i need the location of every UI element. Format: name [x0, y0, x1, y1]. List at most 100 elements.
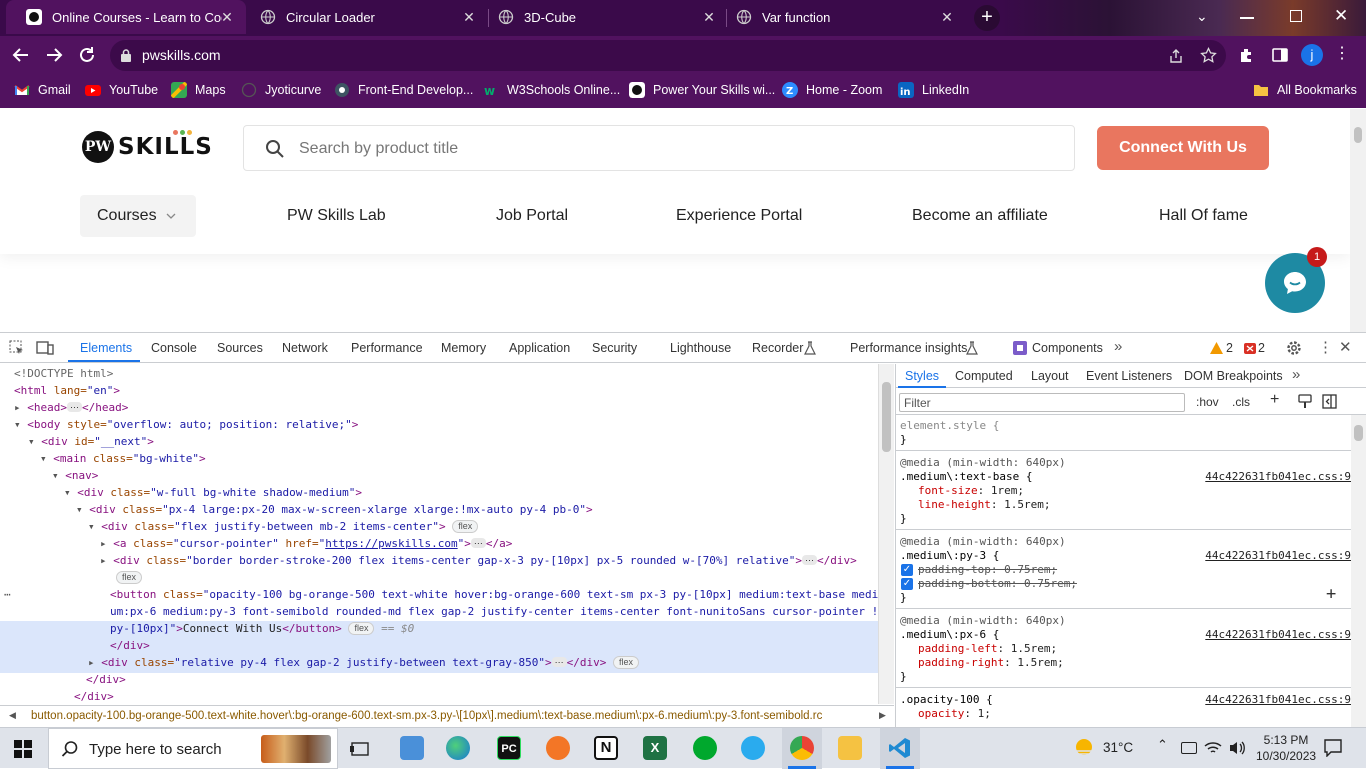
- reload-icon[interactable]: [78, 46, 96, 64]
- div-node[interactable]: ▾ <div class="px-4 large:px-20 max-w-scr…: [76, 501, 593, 518]
- side-panel-icon[interactable]: [1271, 46, 1289, 64]
- computed-sidebar-icon[interactable]: [1322, 394, 1337, 409]
- bookmark-w3schools[interactable]: w W3Schools Online...: [483, 82, 620, 98]
- devtools-menu-icon[interactable]: ⋮: [1318, 338, 1333, 356]
- div-node[interactable]: ▾ <div class="flex justify-between mb-2 …: [88, 518, 479, 535]
- lock-icon[interactable]: [121, 49, 131, 62]
- doctype-node[interactable]: <!DOCTYPE html>: [14, 365, 113, 382]
- next-div-node[interactable]: ▾ <div id="__next">: [28, 433, 154, 450]
- styles-scroll-thumb[interactable]: [1354, 425, 1363, 441]
- more-tabs-chevron-icon[interactable]: »: [1114, 338, 1122, 355]
- pycharm-icon[interactable]: PC: [497, 736, 521, 760]
- nav-node[interactable]: ▾ <nav>: [52, 467, 98, 484]
- task-view-icon[interactable]: [350, 740, 370, 758]
- bookmark-youtube[interactable]: YouTube: [85, 82, 158, 98]
- search-div-node[interactable]: ▸ <div class="border border-stroke-200 f…: [100, 552, 857, 569]
- new-style-rule-icon[interactable]: +: [1270, 391, 1279, 409]
- cls-toggle[interactable]: .cls: [1232, 395, 1250, 409]
- bookmark-front-end[interactable]: Front-End Develop...: [334, 82, 473, 98]
- bookmark-star-icon[interactable]: [1200, 47, 1217, 64]
- styles-scrollbar[interactable]: [1351, 415, 1366, 728]
- excel-icon[interactable]: X: [643, 736, 667, 760]
- device-toolbar-icon[interactable]: [36, 340, 54, 356]
- file-explorer-people-icon[interactable]: [400, 736, 424, 760]
- rule-selector[interactable]: .medium\:py-3 {: [900, 549, 999, 563]
- devtools-tab-elements[interactable]: Elements: [80, 341, 132, 355]
- hov-toggle[interactable]: :hov: [1196, 395, 1219, 409]
- address-bar[interactable]: pwskills.com: [110, 40, 1226, 71]
- button-node-line-1[interactable]: <button class="opacity-100 bg-orange-500…: [110, 586, 878, 603]
- all-bookmarks[interactable]: All Bookmarks: [1253, 82, 1357, 98]
- nav-become-affiliate[interactable]: Become an affiliate: [912, 207, 1048, 225]
- close-tab-icon[interactable]: ✕: [940, 10, 954, 24]
- devtools-tab-application[interactable]: Application: [509, 341, 570, 355]
- close-devtools-icon[interactable]: ✕: [1339, 338, 1352, 356]
- toggle-element-state-icon[interactable]: [1298, 394, 1312, 409]
- anchor-node[interactable]: ▸ <a class="cursor-pointer" href="https:…: [100, 535, 512, 552]
- devtools-tab-recorder[interactable]: Recorder: [752, 341, 803, 355]
- vscode-taskbar-active[interactable]: [880, 728, 920, 769]
- minimize-button[interactable]: [1240, 17, 1254, 19]
- style-declaration[interactable]: padding-left: 1.5rem;: [918, 642, 1057, 656]
- nav-hall-of-fame[interactable]: Hall Of fame: [1159, 207, 1248, 225]
- stylesheet-link[interactable]: 44c422631fb041ec.css:9: [1205, 628, 1351, 641]
- styles-tab-event-listeners[interactable]: Event Listeners: [1086, 369, 1172, 383]
- devtools-tab-network[interactable]: Network: [282, 341, 328, 355]
- edge-browser-icon[interactable]: [446, 736, 470, 760]
- div-node[interactable]: ▾ <div class="w-full bg-white shadow-med…: [64, 484, 362, 501]
- tab-var-function[interactable]: Var function ✕: [716, 0, 966, 34]
- evernote-icon[interactable]: [693, 736, 717, 760]
- error-icon[interactable]: [1244, 343, 1256, 354]
- styles-tab-layout[interactable]: Layout: [1031, 369, 1069, 383]
- devtools-tab-memory[interactable]: Memory: [441, 341, 486, 355]
- more-tabs-chevron-icon[interactable]: »: [1292, 366, 1300, 383]
- folder-icon[interactable]: [838, 736, 862, 760]
- connect-with-us-button[interactable]: Connect With Us: [1097, 126, 1269, 170]
- div-node[interactable]: ▸ <div class="relative py-4 flex gap-2 j…: [88, 654, 639, 671]
- div-close-node[interactable]: </div>: [74, 688, 114, 704]
- close-tab-icon[interactable]: ✕: [462, 10, 476, 24]
- style-declaration[interactable]: opacity: 1;: [918, 707, 991, 721]
- chat-widget-button[interactable]: 1: [1265, 247, 1327, 313]
- head-node[interactable]: ▸ <head> ⋯ </head>: [14, 399, 128, 416]
- overridden-declaration[interactable]: padding-top: 0.75rem;: [918, 563, 1057, 577]
- button-node-line-3[interactable]: py-[10px]">Connect With Us</button> flex…: [110, 620, 414, 637]
- rule-selector[interactable]: .medium\:text-base {: [900, 470, 1032, 484]
- weather-sun-icon[interactable]: [1072, 737, 1096, 759]
- styles-tab-computed[interactable]: Computed: [955, 369, 1013, 383]
- breadcrumb-right-arrow-icon[interactable]: ▶: [879, 710, 886, 721]
- windows-start-icon[interactable]: [14, 740, 32, 758]
- share-icon[interactable]: [1168, 48, 1184, 64]
- pw-skills-logo[interactable]: PW SKILLS: [82, 130, 213, 163]
- add-declaration-icon[interactable]: +: [1326, 584, 1336, 604]
- devtools-tab-lighthouse[interactable]: Lighthouse: [670, 341, 731, 355]
- extensions-puzzle-icon[interactable]: [1238, 46, 1256, 64]
- rule-selector[interactable]: .medium\:px-6 {: [900, 628, 999, 642]
- breadcrumb-path[interactable]: button.opacity-100.bg-orange-500.text-wh…: [31, 710, 871, 722]
- html-node[interactable]: <html lang="en">: [14, 382, 120, 399]
- nav-experience-portal[interactable]: Experience Portal: [676, 207, 802, 225]
- restore-button[interactable]: [1290, 10, 1302, 22]
- temperature[interactable]: 31°C: [1103, 740, 1133, 755]
- style-declaration[interactable]: font-size: 1rem;: [918, 484, 1024, 498]
- devtools-tab-security[interactable]: Security: [592, 341, 637, 355]
- declaration-checkbox[interactable]: ✓: [901, 564, 913, 576]
- warning-icon[interactable]: [1210, 342, 1223, 354]
- new-tab-button[interactable]: +: [974, 5, 1000, 31]
- close-tab-icon[interactable]: ✕: [702, 10, 716, 24]
- overridden-declaration[interactable]: padding-bottom: 0.75rem;: [918, 577, 1077, 591]
- nav-job-portal[interactable]: Job Portal: [496, 207, 568, 225]
- tab-online-courses[interactable]: Online Courses - Learn to Code ✕: [6, 0, 246, 34]
- bookmark-jyoticurve[interactable]: Jyoticurve: [241, 82, 321, 98]
- close-window-button[interactable]: ✕: [1334, 6, 1348, 26]
- devtools-tab-console[interactable]: Console: [151, 341, 197, 355]
- declaration-checkbox[interactable]: ✓: [901, 578, 913, 590]
- nav-pw-skills-lab[interactable]: PW Skills Lab: [287, 207, 386, 225]
- stylesheet-link[interactable]: 44c422631fb041ec.css:9: [1205, 693, 1351, 706]
- main-node[interactable]: ▾ <main class="bg-white">: [40, 450, 206, 467]
- bookmark-linkedin[interactable]: in LinkedIn: [898, 82, 969, 98]
- devtools-tab-performance-insights[interactable]: Performance insights: [850, 341, 967, 355]
- volume-speaker-icon[interactable]: [1228, 740, 1246, 756]
- notification-center-icon[interactable]: [1324, 739, 1342, 757]
- devtools-tab-performance[interactable]: Performance: [351, 341, 423, 355]
